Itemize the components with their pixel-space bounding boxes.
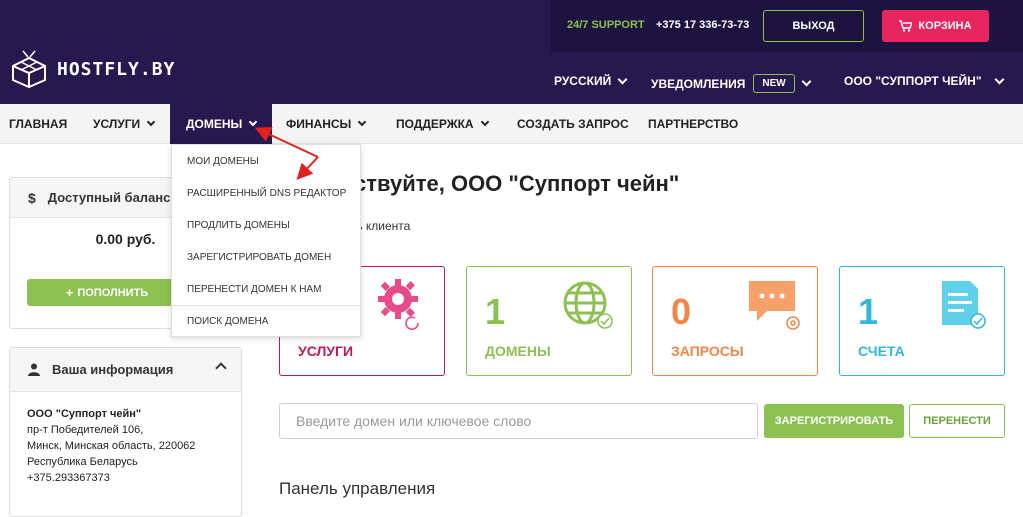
welcome-text: вствуйте, ООО "Суппорт чейн" bbox=[341, 171, 680, 196]
register-button[interactable]: ЗАРЕГИСТРИРОВАТЬ bbox=[764, 404, 904, 438]
cart-button[interactable]: КОРЗИНА bbox=[882, 10, 989, 42]
notifications-label: УВЕДОМЛЕНИЯ bbox=[651, 76, 746, 91]
phone-number[interactable]: +375 17 336-73-73 bbox=[656, 19, 749, 31]
card-tickets[interactable]: 0 ЗАПРОСЫ bbox=[652, 266, 818, 376]
nav-label: ДОМЕНЫ bbox=[186, 117, 243, 131]
menu-item-renew-domains[interactable]: ПРОДЛИТЬ ДОМЕНЫ bbox=[172, 209, 360, 241]
logo-text: HOSTFLY.BY bbox=[57, 58, 176, 80]
invoices-label: СЧЕТА bbox=[858, 343, 905, 359]
info-panel: Ваша информация ООО "Суппорт чейн" пр-т … bbox=[9, 347, 242, 517]
nav-label: СОЗДАТЬ ЗАПРОС bbox=[517, 117, 629, 131]
nav-services[interactable]: УСЛУГИ bbox=[93, 104, 156, 144]
register-label: ЗАРЕГИСТРИРОВАТЬ bbox=[774, 415, 894, 427]
chevron-down-icon bbox=[358, 117, 367, 127]
client-phone: +375.293367373 bbox=[27, 472, 110, 484]
menu-item-dns-editor[interactable]: РАСШИРЕННЫЙ DNS РЕДАКТОР bbox=[172, 177, 360, 209]
nav-label: УСЛУГИ bbox=[93, 117, 141, 131]
client-company: ООО "Суппорт чейн" bbox=[27, 408, 142, 420]
transfer-label: ПЕРЕНЕСТИ bbox=[923, 415, 991, 427]
client-street: пр-т Победителей 106, bbox=[27, 424, 144, 436]
dashboard-title: Панель управления bbox=[279, 479, 436, 498]
transfer-button[interactable]: ПЕРЕНЕСТИ bbox=[909, 404, 1005, 438]
globe-icon bbox=[561, 279, 617, 340]
tickets-label: ЗАПРОСЫ bbox=[671, 343, 744, 359]
domains-dropdown: МОИ ДОМЕНЫ РАСШИРЕННЫЙ DNS РЕДАКТОР ПРОД… bbox=[171, 144, 361, 337]
services-label: УСЛУГИ bbox=[298, 343, 354, 359]
balance-title: Доступный баланс bbox=[47, 190, 171, 205]
nav-support[interactable]: ПОДДЕРЖКА bbox=[396, 104, 489, 144]
domains-count: 1 bbox=[485, 291, 506, 332]
language-label: РУССКИЙ bbox=[554, 74, 612, 88]
topup-button[interactable]: + ПОПОЛНИТЬ bbox=[27, 279, 187, 306]
info-panel-header[interactable]: Ваша информация bbox=[10, 348, 241, 392]
client-info: ООО "Суппорт чейн" пр-т Победителей 106,… bbox=[10, 392, 241, 500]
new-badge: NEW bbox=[753, 74, 795, 93]
nav-create-ticket[interactable]: СОЗДАТЬ ЗАПРОС bbox=[517, 104, 629, 144]
card-invoices[interactable]: 1 СЧЕТА bbox=[839, 266, 1005, 376]
notifications-menu[interactable]: УВЕДОМЛЕНИЯ NEW bbox=[651, 74, 812, 93]
main-nav: ГЛАВНАЯ УСЛУГИ ДОМЕНЫ ФИНАНСЫ ПОДДЕРЖКА … bbox=[0, 104, 1023, 144]
tickets-count: 0 bbox=[671, 291, 692, 332]
client-country: Республика Беларусь bbox=[27, 456, 138, 468]
info-title: Ваша информация bbox=[52, 362, 174, 377]
nav-partnership[interactable]: ПАРТНЕРСТВО bbox=[648, 104, 738, 144]
menu-item-transfer-domain[interactable]: ПЕРЕНЕСТИ ДОМЕН К НАМ bbox=[172, 273, 360, 305]
plus-icon: + bbox=[65, 285, 74, 300]
logo-cube-icon bbox=[12, 50, 46, 88]
invoices-count: 1 bbox=[858, 291, 879, 332]
user-icon bbox=[28, 363, 40, 376]
nav-label: ПАРТНЕРСТВО bbox=[648, 117, 739, 131]
chevron-down-icon bbox=[801, 76, 812, 87]
chevron-down-icon bbox=[480, 117, 489, 127]
cart-icon bbox=[899, 20, 913, 32]
dollar-icon: $ bbox=[28, 189, 36, 206]
language-selector[interactable]: РУССКИЙ bbox=[554, 74, 628, 88]
account-label: ООО "СУППОРТ ЧЕЙН" bbox=[844, 74, 982, 88]
menu-item-register-domain[interactable]: ЗАРЕГИСТРИРОВАТЬ ДОМЕН bbox=[172, 241, 360, 273]
nav-finance[interactable]: ФИНАНСЫ bbox=[286, 104, 367, 144]
chevron-down-icon bbox=[994, 74, 1004, 84]
client-city: Минск, Минская область, 220062 bbox=[27, 440, 196, 452]
card-domains[interactable]: 1 ДОМЕНЫ bbox=[466, 266, 632, 376]
logout-label: ВЫХОД bbox=[792, 20, 835, 32]
menu-item-domain-search[interactable]: ПОИСК ДОМЕНА bbox=[172, 305, 360, 337]
nav-domains[interactable]: ДОМЕНЫ bbox=[170, 104, 273, 144]
chat-icon bbox=[747, 279, 803, 340]
cart-label: КОРЗИНА bbox=[918, 20, 972, 32]
nav-label: ГЛАВНАЯ bbox=[9, 117, 68, 131]
site-header: 24/7 SUPPORT +375 17 336-73-73 ВЫХОД КОР… bbox=[0, 0, 1023, 104]
nav-label: ПОДДЕРЖКА bbox=[396, 117, 474, 131]
domain-search-input[interactable]: Введите домен или ключевое слово bbox=[279, 403, 758, 439]
site-logo[interactable]: HOSTFLY.BY bbox=[9, 50, 175, 88]
chevron-down-icon bbox=[146, 117, 156, 127]
account-menu[interactable]: ООО "СУППОРТ ЧЕЙН" bbox=[844, 74, 1004, 88]
chevron-up-icon[interactable] bbox=[215, 362, 227, 374]
gear-icon bbox=[374, 279, 430, 340]
nav-home[interactable]: ГЛАВНАЯ bbox=[9, 104, 67, 144]
nav-label: ФИНАНСЫ bbox=[286, 117, 352, 131]
support-label: 24/7 SUPPORT bbox=[567, 19, 645, 31]
chevron-down-icon bbox=[249, 117, 258, 127]
domains-label: ДОМЕНЫ bbox=[485, 343, 551, 359]
invoice-icon bbox=[934, 279, 990, 340]
search-placeholder: Введите домен или ключевое слово bbox=[296, 413, 532, 429]
topup-label: ПОПОЛНИТЬ bbox=[77, 286, 149, 299]
chevron-down-icon bbox=[617, 74, 628, 84]
menu-item-my-domains[interactable]: МОИ ДОМЕНЫ bbox=[172, 145, 360, 177]
logout-button[interactable]: ВЫХОД bbox=[763, 10, 864, 42]
